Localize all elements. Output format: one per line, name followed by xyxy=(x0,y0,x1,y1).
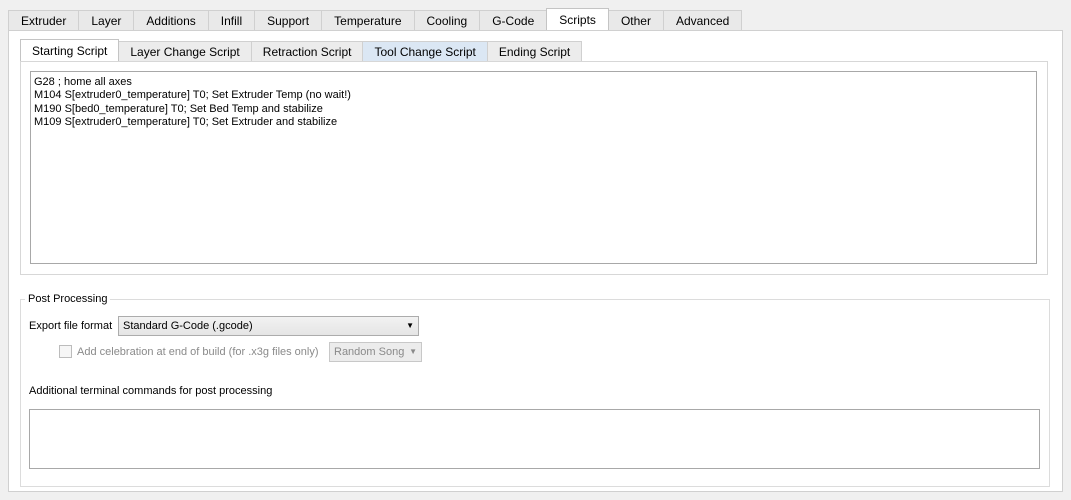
script-line: M190 S[bed0_temperature] T0; Set Bed Tem… xyxy=(34,102,323,115)
post-processing-title: Post Processing xyxy=(25,293,111,305)
chevron-down-icon: ▼ xyxy=(409,347,417,356)
song-value: Random Song xyxy=(334,346,405,358)
chevron-down-icon: ▼ xyxy=(406,321,414,330)
celebration-checkbox[interactable] xyxy=(59,345,72,358)
tab-other[interactable]: Other xyxy=(607,10,664,30)
script-tab-bar: Starting Script Layer Change Script Retr… xyxy=(20,39,583,61)
tab-layer[interactable]: Layer xyxy=(78,10,135,30)
export-format-select[interactable]: Standard G-Code (.gcode) ▼ xyxy=(118,316,419,336)
tab-support[interactable]: Support xyxy=(254,10,323,30)
script-line: G28 ; home all axes xyxy=(34,76,132,88)
tab-cooling[interactable]: Cooling xyxy=(413,10,481,30)
tab-scripts[interactable]: Scripts xyxy=(546,8,609,30)
script-line: M109 S[extruder0_temperature] T0; Set Ex… xyxy=(34,115,338,128)
celebration-label: Add celebration at end of build (for .x3… xyxy=(77,346,319,358)
main-tab-bar: Extruder Layer Additions Infill Support … xyxy=(8,8,743,30)
export-format-label: Export file format xyxy=(29,320,113,332)
export-format-value: Standard G-Code (.gcode) xyxy=(123,320,253,332)
tab-retraction-script[interactable]: Retraction Script xyxy=(250,41,364,61)
tab-tool-change-script[interactable]: Tool Change Script xyxy=(362,41,488,61)
tab-gcode[interactable]: G-Code xyxy=(479,10,548,30)
tab-extruder[interactable]: Extruder xyxy=(8,10,80,30)
terminal-commands-input[interactable] xyxy=(29,409,1040,469)
tab-ending-script[interactable]: Ending Script xyxy=(486,41,583,61)
tab-additions[interactable]: Additions xyxy=(133,10,209,30)
tab-layer-change-script[interactable]: Layer Change Script xyxy=(118,41,252,61)
tab-infill[interactable]: Infill xyxy=(207,10,256,30)
tab-temperature[interactable]: Temperature xyxy=(321,10,415,30)
tab-starting-script[interactable]: Starting Script xyxy=(20,39,120,61)
script-line: M104 S[extruder0_temperature] T0; Set Ex… xyxy=(34,89,351,102)
song-select[interactable]: Random Song ▼ xyxy=(329,342,422,362)
tab-advanced[interactable]: Advanced xyxy=(662,10,743,30)
terminal-commands-label: Additional terminal commands for post pr… xyxy=(29,385,273,397)
starting-script-editor[interactable]: G28 ; home all axes M104 S[extruder0_tem… xyxy=(30,71,1037,264)
